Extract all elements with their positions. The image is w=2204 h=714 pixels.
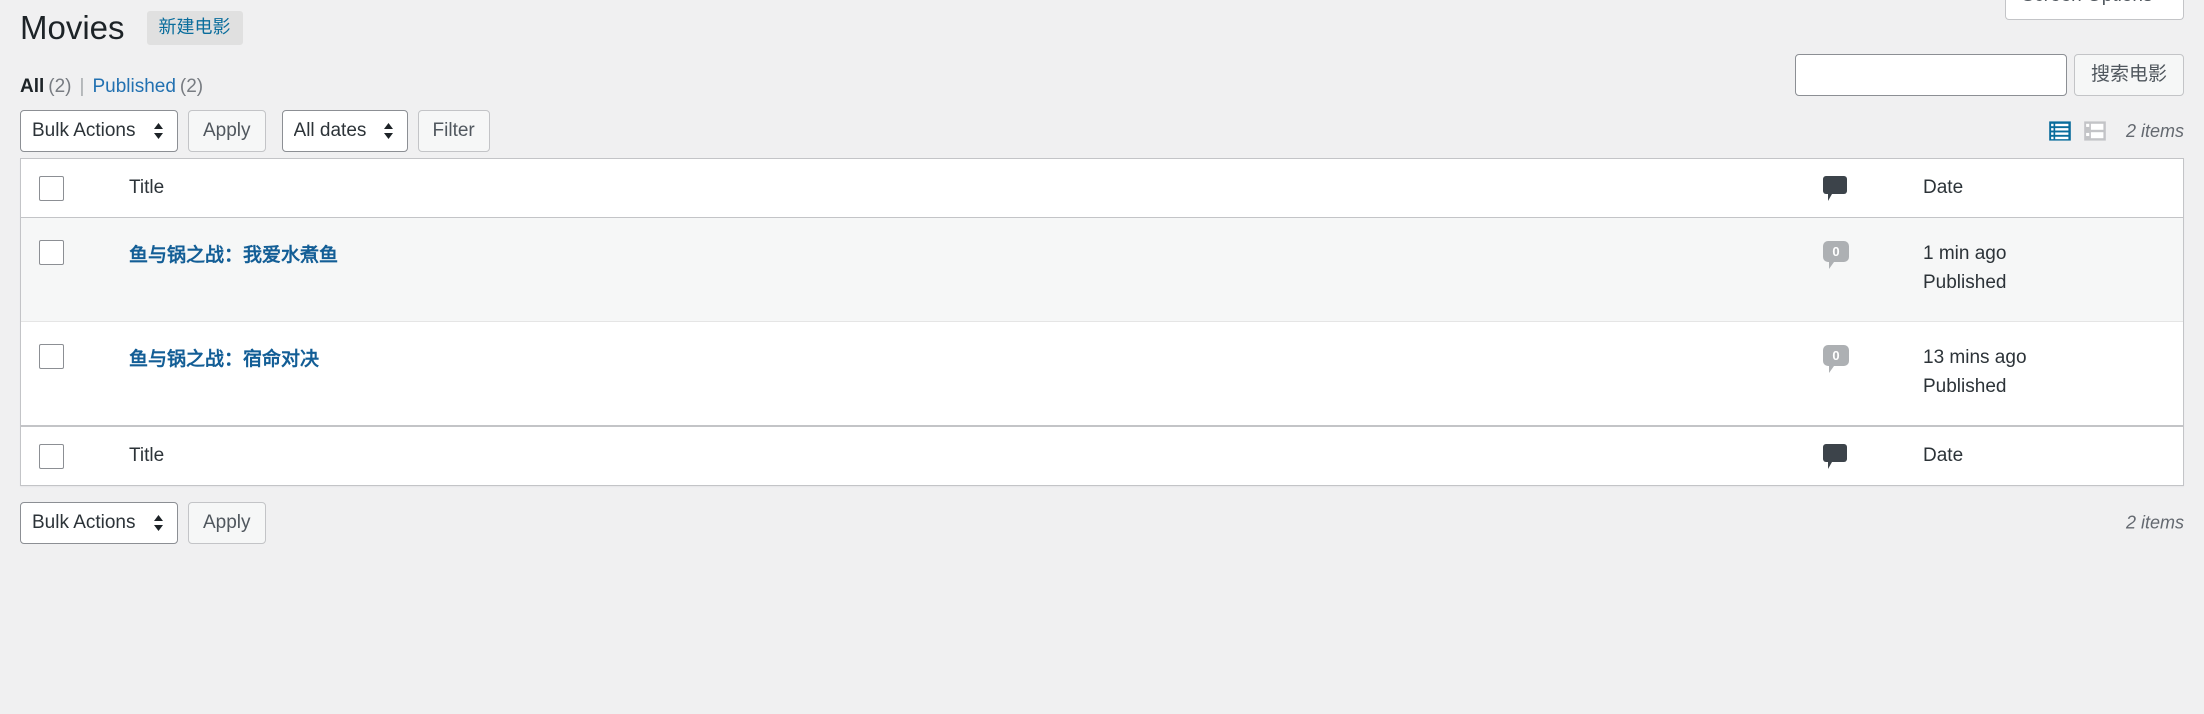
comment-count-bubble[interactable]: 0: [1823, 241, 1849, 269]
bulk-actions-group-bottom: Bulk Actions Apply: [20, 502, 266, 544]
screen-meta-links: Screen Options ▾: [2004, 0, 2184, 21]
row-date-value: 1 min ago: [1923, 243, 2007, 264]
filter-all-link[interactable]: All: [20, 76, 44, 97]
column-footer-title[interactable]: Title: [119, 426, 1813, 485]
table-head: Title Date: [21, 159, 2183, 218]
row-select-cell: [21, 218, 119, 322]
date-filter-select[interactable]: All dates: [281, 110, 408, 152]
page-header: Movies 新建电影: [0, 0, 2204, 56]
row-comments-cell: 0: [1813, 322, 1913, 426]
filter-published-count: (2): [179, 76, 204, 97]
row-title-cell: 鱼与锅之战：我爱水煮鱼: [119, 218, 1813, 322]
tablenav-left-actions: Bulk Actions Apply All dates Filter: [20, 110, 506, 152]
excerpt-view-icon[interactable]: [2082, 118, 2108, 144]
filter-all: All (2): [20, 76, 72, 98]
bulk-actions-select-wrap: Bulk Actions: [20, 110, 178, 152]
row-status-value: Published: [1923, 271, 2007, 293]
column-footer-comments[interactable]: [1813, 426, 1913, 485]
row-checkbox[interactable]: [39, 344, 64, 369]
tablenav-bottom-actions: Bulk Actions Apply: [20, 502, 282, 544]
row-title-cell: 鱼与锅之战：宿命对决: [119, 322, 1813, 426]
list-view-icon[interactable]: [2047, 118, 2073, 144]
table-header-row: Title Date: [21, 159, 2183, 218]
filter-button[interactable]: Filter: [417, 110, 490, 152]
movies-list-table: Title Date 鱼与锅之战：我爱水煮鱼 0 1 min ago Publi…: [20, 158, 2184, 486]
view-switch: [2047, 118, 2108, 144]
tablenav-top: 搜索电影 Bulk Actions Apply All dates Filter…: [0, 54, 2204, 158]
column-header-date[interactable]: Date: [1913, 159, 2183, 218]
comment-count-bubble[interactable]: 0: [1823, 345, 1849, 373]
table-footer-row: Title Date: [21, 426, 2183, 485]
displaying-num-top: 2 items: [2125, 120, 2184, 141]
screen-options-button[interactable]: Screen Options ▾: [2004, 0, 2184, 21]
row-date-cell: 13 mins ago Published: [1913, 322, 2183, 426]
add-new-movie-button[interactable]: 新建电影: [146, 10, 243, 46]
page-title: Movies: [20, 8, 125, 46]
bulk-actions-select[interactable]: Bulk Actions: [20, 110, 178, 152]
filter-separator: |: [79, 76, 85, 97]
table-row: 鱼与锅之战：宿命对决 0 13 mins ago Published: [21, 322, 2183, 426]
row-checkbox[interactable]: [39, 240, 64, 265]
comment-icon: [1823, 176, 1847, 201]
tablenav-right: 2 items: [2047, 118, 2184, 144]
filter-published-link[interactable]: Published: [92, 76, 175, 97]
date-filter-select-wrap: All dates: [281, 110, 408, 152]
table-row: 鱼与锅之战：我爱水煮鱼 0 1 min ago Published: [21, 218, 2183, 322]
tablenav-bottom: Bulk Actions Apply 2 items: [0, 496, 2204, 550]
bulk-actions-select-wrap-bottom: Bulk Actions: [20, 502, 178, 544]
select-all-footer: [21, 426, 119, 485]
table-foot: Title Date: [21, 426, 2183, 485]
table-body: 鱼与锅之战：我爱水煮鱼 0 1 min ago Published 鱼与锅之战：…: [21, 218, 2183, 426]
filter-all-count: (2): [48, 76, 72, 97]
row-date-value: 13 mins ago: [1923, 347, 2027, 368]
row-status-value: Published: [1923, 375, 2007, 397]
row-select-cell: [21, 322, 119, 426]
column-header-title[interactable]: Title: [119, 159, 1813, 218]
select-all-checkbox-bottom[interactable]: [39, 443, 64, 469]
bulk-actions-group: Bulk Actions Apply: [20, 110, 266, 152]
row-date-cell: 1 min ago Published: [1913, 218, 2183, 322]
displaying-num-bottom: 2 items: [2125, 512, 2184, 533]
date-filter-group: All dates Filter: [281, 110, 490, 152]
bulk-apply-button-bottom[interactable]: Apply: [188, 502, 266, 544]
bulk-apply-button[interactable]: Apply: [188, 110, 266, 152]
filter-published: Published (2): [92, 76, 203, 98]
row-title-link[interactable]: 鱼与锅之战：宿命对决: [129, 349, 319, 370]
search-input[interactable]: [1794, 54, 2067, 96]
select-all-header: [21, 159, 119, 218]
search-submit-button[interactable]: 搜索电影: [2073, 54, 2184, 96]
screen-options-label: Screen Options: [2022, 0, 2153, 6]
bulk-actions-select-bottom[interactable]: Bulk Actions: [20, 502, 178, 544]
column-footer-date[interactable]: Date: [1913, 426, 2183, 485]
select-all-checkbox[interactable]: [39, 175, 64, 201]
chevron-down-icon: ▾: [2160, 0, 2167, 3]
comment-icon: [1823, 444, 1847, 469]
column-header-comments[interactable]: [1813, 159, 1913, 218]
row-title-link[interactable]: 鱼与锅之战：我爱水煮鱼: [129, 245, 338, 266]
search-box: 搜索电影: [1794, 54, 2184, 96]
row-comments-cell: 0: [1813, 218, 1913, 322]
